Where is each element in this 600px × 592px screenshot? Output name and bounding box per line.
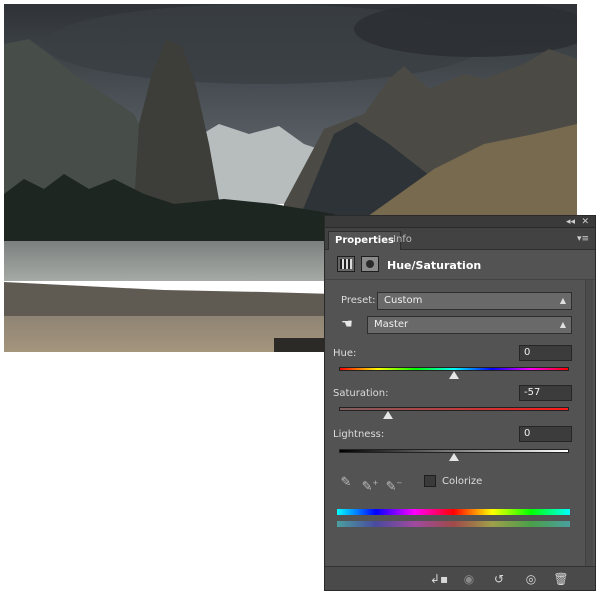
lightness-input[interactable]: 0 — [519, 426, 572, 442]
updown-arrow-icon: ▲ — [559, 296, 566, 305]
panel-title: Hue/Saturation — [387, 259, 482, 272]
adjustment-header: Hue/Saturation — [325, 250, 595, 280]
panel-footer: ↲▪ ◉ ↺ ◎ 🗑 — [325, 566, 595, 590]
updown-arrow-icon: ▲ — [559, 320, 566, 329]
eyedropper-add-icon[interactable]: ✎+ — [361, 474, 379, 494]
saturation-input[interactable]: -57 — [519, 385, 572, 401]
colorize-checkbox[interactable] — [424, 475, 436, 487]
output-color-spectrum — [337, 521, 570, 527]
eye-icon[interactable]: ◎ — [521, 570, 541, 588]
clip-to-layer-icon[interactable]: ↲▪ — [429, 570, 449, 588]
properties-panel: ◂◂ ✕ Properties Info ▾≡ Hue/Saturation P… — [324, 215, 596, 591]
preset-dropdown[interactable]: Custom ▲ — [377, 292, 572, 310]
preset-value: Custom — [384, 295, 423, 306]
eyedropper-icon[interactable]: ✎ — [337, 474, 355, 492]
preset-label: Preset: — [341, 295, 376, 306]
tab-info[interactable]: Info — [387, 231, 418, 250]
layer-mask-icon[interactable] — [361, 256, 379, 272]
on-image-adjust-hand-icon[interactable]: ☚ — [337, 316, 357, 334]
colorize-label: Colorize — [442, 476, 483, 487]
saturation-slider-track[interactable] — [339, 407, 569, 411]
hue-slider-thumb[interactable] — [449, 371, 459, 379]
panel-title-bar[interactable]: ◂◂ ✕ — [325, 216, 595, 228]
reset-icon[interactable]: ↺ — [489, 570, 509, 588]
input-color-spectrum — [337, 509, 570, 515]
hue-saturation-layer-icon[interactable] — [337, 256, 355, 272]
panel-menu-icon[interactable]: ▾≡ — [577, 234, 589, 244]
view-previous-state-icon[interactable]: ◉ — [459, 570, 479, 588]
panel-tabs: Properties Info ▾≡ — [325, 228, 595, 250]
saturation-label: Saturation: — [333, 388, 389, 399]
lightness-slider-thumb[interactable] — [449, 453, 459, 461]
collapse-panel-icon[interactable]: ◂◂ — [566, 216, 575, 228]
trash-icon[interactable]: 🗑 — [551, 570, 571, 588]
panel-scrollbar[interactable] — [585, 280, 593, 568]
saturation-slider-thumb[interactable] — [383, 411, 394, 419]
eyedropper-subtract-icon[interactable]: ✎− — [385, 474, 403, 494]
hue-label: Hue: — [333, 348, 357, 359]
channel-value: Master — [374, 319, 409, 330]
channel-dropdown[interactable]: Master ▲ — [367, 316, 572, 334]
lightness-label: Lightness: — [333, 429, 385, 440]
hue-input[interactable]: 0 — [519, 345, 572, 361]
close-panel-icon[interactable]: ✕ — [581, 216, 589, 228]
